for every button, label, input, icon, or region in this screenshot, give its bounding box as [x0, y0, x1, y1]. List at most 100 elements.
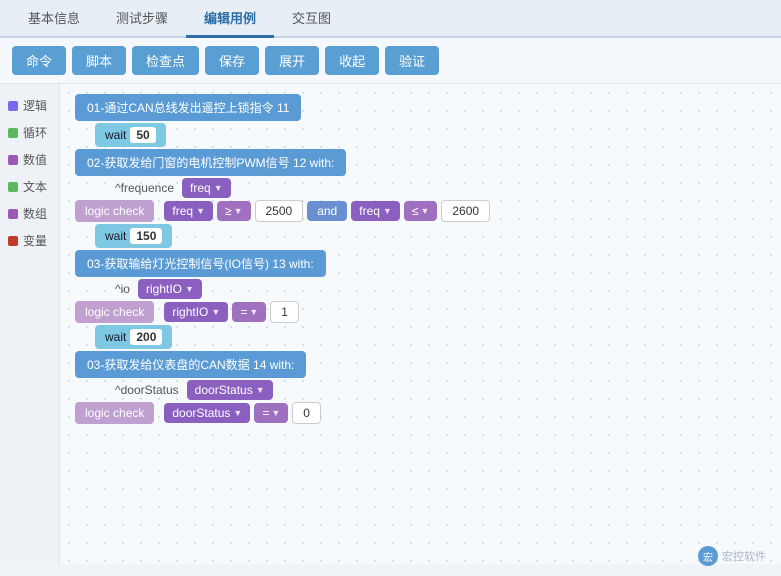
block-row-wait1: wait 50	[95, 123, 766, 147]
sidebar-label-text: 文本	[23, 178, 47, 195]
sidebar: 逻辑 循环 数值 文本 数组 变量	[0, 84, 60, 564]
save-button[interactable]: 保存	[205, 46, 259, 75]
logic1-var1-pill[interactable]: freq ▼	[164, 201, 213, 221]
sidebar-item-var[interactable]: 变量	[0, 227, 59, 254]
block-row-cmd1: 01-通过CAN总线发出遥控上锁指令 11	[75, 94, 766, 121]
tab-basic-info[interactable]: 基本信息	[10, 0, 98, 38]
logic3-var1-text: doorStatus	[172, 406, 230, 420]
wait2-label: wait	[105, 229, 126, 243]
cmd4-val-text: doorStatus	[195, 383, 253, 397]
wait3-block[interactable]: wait 200	[95, 325, 172, 349]
logic2-op1-text: =	[240, 305, 247, 319]
block-row-cmd4-param: ^doorStatus doorStatus ▼	[115, 380, 766, 400]
cmd4-val-pill[interactable]: doorStatus ▼	[187, 380, 273, 400]
toolbar: 命令 脚本 检查点 保存 展开 收起 验证	[0, 38, 781, 84]
main-area: 逻辑 循环 数值 文本 数组 变量 01-通过CAN总线发出遥控上锁指令 11	[0, 84, 781, 564]
cmd2-block[interactable]: 02-获取发给门窗的电机控制PWM信号 12 with:	[75, 149, 346, 176]
cmd1-block[interactable]: 01-通过CAN总线发出遥控上锁指令 11	[75, 94, 301, 121]
logic1-op2[interactable]: ≤ ▼	[404, 201, 438, 221]
block-row-cmd2-param: ^frequence freq ▼	[115, 178, 766, 198]
cmd-button[interactable]: 命令	[12, 46, 66, 75]
cmd4-block[interactable]: 03-获取发给仪表盘的CAN数据 14 with:	[75, 351, 306, 378]
wait2-value[interactable]: 150	[130, 228, 162, 244]
sidebar-item-array[interactable]: 数组	[0, 200, 59, 227]
logic2-val1[interactable]: 1	[270, 301, 299, 323]
sidebar-label-loop: 循环	[23, 124, 47, 141]
block-row-logic3: logic check doorStatus ▼ = ▼ 0	[75, 402, 766, 424]
sidebar-item-logic[interactable]: 逻辑	[0, 92, 59, 119]
cmd2-val-text: freq	[190, 181, 211, 195]
sidebar-item-text[interactable]: 文本	[0, 173, 59, 200]
value-dot	[8, 155, 18, 165]
watermark-logo-text: 宏	[703, 549, 713, 564]
logic1-op1[interactable]: ≥ ▼	[217, 201, 251, 221]
logic3-op1[interactable]: = ▼	[254, 403, 288, 423]
verify-button[interactable]: 验证	[385, 46, 439, 75]
logic1-var2-arrow: ▼	[383, 206, 392, 216]
top-tabs: 基本信息 测试步骤 编辑用例 交互图	[0, 0, 781, 38]
text-dot	[8, 182, 18, 192]
logic3-var1-pill[interactable]: doorStatus ▼	[164, 403, 250, 423]
logic1-op1-arrow: ▼	[234, 206, 243, 216]
sidebar-item-loop[interactable]: 循环	[0, 119, 59, 146]
canvas: 01-通过CAN总线发出遥控上锁指令 11 wait 50 02-获取发给门窗的…	[60, 84, 781, 564]
cmd3-block[interactable]: 03-获取输给灯光控制信号(IO信号) 13 with:	[75, 250, 326, 277]
wait2-block[interactable]: wait 150	[95, 224, 172, 248]
cmd4-val-arrow: ▼	[256, 385, 265, 395]
logic1-var2-pill[interactable]: freq ▼	[351, 201, 400, 221]
logic1-var1-arrow: ▼	[196, 206, 205, 216]
cmd3-param-label: ^io	[115, 282, 130, 296]
expand-button[interactable]: 展开	[265, 46, 319, 75]
wait3-value[interactable]: 200	[130, 329, 162, 345]
wait1-value[interactable]: 50	[130, 127, 155, 143]
var-dot	[8, 236, 18, 246]
logic3-op1-text: =	[262, 406, 269, 420]
logic1-connector[interactable]: and	[307, 201, 347, 221]
wait1-block[interactable]: wait 50	[95, 123, 166, 147]
block-row-cmd3: 03-获取输给灯光控制信号(IO信号) 13 with:	[75, 250, 766, 277]
logic3-val1[interactable]: 0	[292, 402, 321, 424]
script-button[interactable]: 脚本	[72, 46, 126, 75]
sidebar-label-array: 数组	[23, 205, 47, 222]
sidebar-label-logic: 逻辑	[23, 97, 47, 114]
block-row-cmd3-param: ^io rightIO ▼	[115, 279, 766, 299]
logic3-op1-arrow: ▼	[271, 408, 280, 418]
block-row-cmd2: 02-获取发给门窗的电机控制PWM信号 12 with:	[75, 149, 766, 176]
tab-interaction[interactable]: 交互图	[274, 0, 349, 38]
cmd3-val-arrow: ▼	[185, 284, 194, 294]
wait1-label: wait	[105, 128, 126, 142]
cmd3-val-text: rightIO	[146, 282, 182, 296]
logic1-op2-arrow: ▼	[420, 206, 429, 216]
cmd2-val-pill[interactable]: freq ▼	[182, 178, 231, 198]
watermark-logo: 宏	[698, 546, 718, 566]
block-row-logic2: logic check rightIO ▼ = ▼ 1	[75, 301, 766, 323]
logic1-val2[interactable]: 2600	[441, 200, 490, 222]
cmd2-param-label: ^frequence	[115, 181, 174, 195]
sidebar-label-value: 数值	[23, 151, 47, 168]
logic-dot	[8, 101, 18, 111]
logic2-op1[interactable]: = ▼	[232, 302, 266, 322]
logic1-op1-text: ≥	[225, 204, 232, 218]
tab-test-steps[interactable]: 测试步骤	[98, 0, 186, 38]
checkpoint-button[interactable]: 检查点	[132, 46, 199, 75]
block-row-cmd4: 03-获取发给仪表盘的CAN数据 14 with:	[75, 351, 766, 378]
tab-edit-case[interactable]: 编辑用例	[186, 0, 274, 38]
watermark: 宏 宏控软件	[698, 546, 766, 566]
logic1-var2-text: freq	[359, 204, 380, 218]
cmd3-val-pill[interactable]: rightIO ▼	[138, 279, 202, 299]
collapse-button[interactable]: 收起	[325, 46, 379, 75]
block-row-wait3: wait 200	[95, 325, 766, 349]
logic1-var1-text: freq	[172, 204, 193, 218]
sidebar-label-var: 变量	[23, 232, 47, 249]
array-dot	[8, 209, 18, 219]
logic2-block[interactable]: logic check	[75, 301, 154, 323]
cmd2-val-arrow: ▼	[214, 183, 223, 193]
logic1-val1[interactable]: 2500	[255, 200, 304, 222]
block-row-wait2: wait 150	[95, 224, 766, 248]
logic3-block[interactable]: logic check	[75, 402, 154, 424]
logic2-var1-text: rightIO	[172, 305, 208, 319]
wait3-label: wait	[105, 330, 126, 344]
logic2-var1-pill[interactable]: rightIO ▼	[164, 302, 228, 322]
logic1-block[interactable]: logic check	[75, 200, 154, 222]
sidebar-item-value[interactable]: 数值	[0, 146, 59, 173]
